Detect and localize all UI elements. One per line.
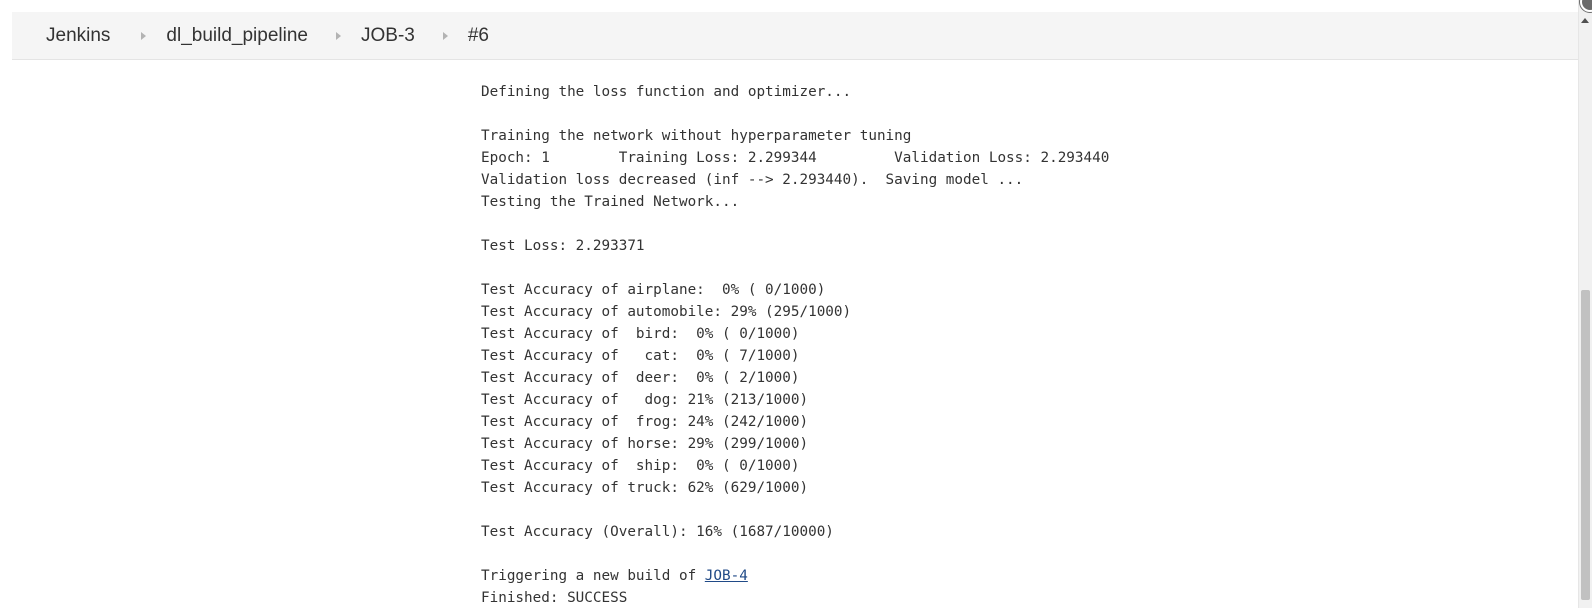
console-line: Test Accuracy of airplane: 0% ( 0/1000) (481, 282, 826, 298)
caret-right-icon[interactable] (442, 31, 448, 40)
breadcrumb-item-build[interactable]: #6 (468, 25, 489, 47)
console-line: Test Accuracy of deer: 0% ( 2/1000) (481, 370, 800, 386)
console-line: Test Accuracy (Overall): 16% (1687/10000… (481, 524, 834, 540)
console-line: Test Accuracy of truck: 62% (629/1000) (481, 480, 809, 496)
trigger-text: Triggering a new build of (481, 568, 705, 584)
console-finished-line: Finished: SUCCESS (481, 590, 628, 606)
console-line: Test Loss: 2.293371 (481, 238, 645, 254)
console-line: Testing the Trained Network... (481, 194, 740, 210)
console-line: Test Accuracy of cat: 0% ( 7/1000) (481, 348, 800, 364)
caret-right-icon[interactable] (141, 31, 147, 40)
job-4-link[interactable]: JOB-4 (705, 568, 748, 584)
console-line: Defining the loss function and optimizer… (481, 84, 852, 100)
console-line: Test Accuracy of ship: 0% ( 0/1000) (481, 458, 800, 474)
caret-right-icon[interactable] (336, 31, 341, 40)
console-output: Defining the loss function and optimizer… (481, 81, 1109, 608)
scrollbar-thumb[interactable] (1581, 290, 1590, 600)
arrow-up-icon[interactable] (1581, 18, 1589, 23)
console-line: Training the network without hyperparame… (481, 128, 912, 144)
top-strip (0, 0, 1592, 12)
console-line: Test Accuracy of horse: 29% (299/1000) (481, 436, 809, 452)
console-trigger-line: Triggering a new build of JOB-4 (481, 565, 1109, 587)
breadcrumb-item-job[interactable]: JOB-3 (361, 25, 415, 47)
console-line: Test Accuracy of bird: 0% ( 0/1000) (481, 326, 800, 342)
console-line: Epoch: 1 Training Loss: 2.299344 Validat… (481, 150, 1110, 166)
console-line: Validation loss decreased (inf --> 2.293… (481, 172, 1024, 188)
breadcrumb-item-jenkins[interactable]: Jenkins (46, 25, 110, 47)
console-line: Test Accuracy of automobile: 29% (295/10… (481, 304, 852, 320)
breadcrumb: Jenkins dl_build_pipeline JOB-3 #6 (12, 12, 1578, 60)
console-line: Test Accuracy of dog: 21% (213/1000) (481, 392, 809, 408)
breadcrumb-item-pipeline[interactable]: dl_build_pipeline (166, 25, 308, 47)
console-line: Test Accuracy of frog: 24% (242/1000) (481, 414, 809, 430)
